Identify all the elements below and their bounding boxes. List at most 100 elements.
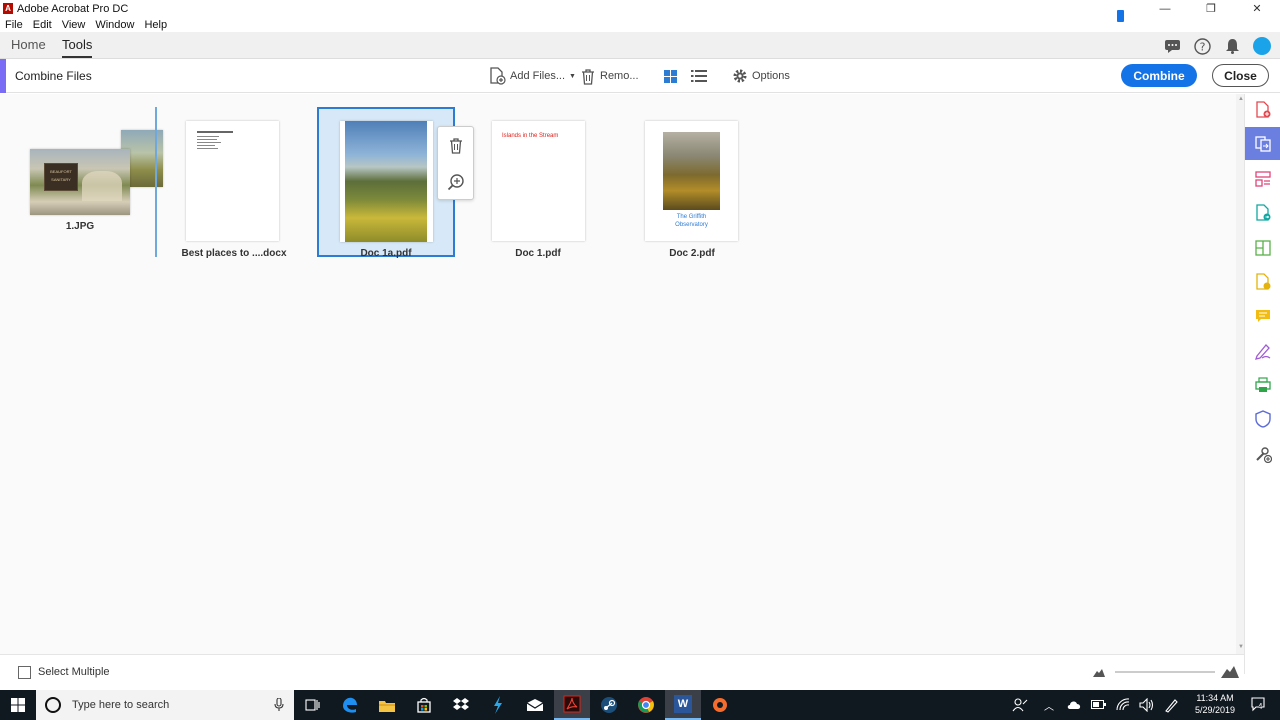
nav-icons: ? — [1162, 36, 1272, 56]
search-placeholder: Type here to search — [72, 699, 170, 711]
menu-bar: File Edit View Window Help — [0, 17, 1280, 32]
more-tools-icon[interactable] — [1253, 444, 1273, 464]
acrobat-app-icon — [563, 695, 581, 713]
comment-icon[interactable] — [1162, 36, 1182, 56]
file-hover-tools — [437, 126, 474, 200]
comment-tool-icon[interactable] — [1253, 306, 1273, 326]
sign-text-1: BEAUFORT — [50, 169, 72, 174]
vertical-scrollbar[interactable] — [1236, 94, 1244, 654]
taskbar-store[interactable] — [406, 690, 442, 720]
zoom-in-mountain-icon[interactable] — [1221, 664, 1239, 678]
zoom-slider-track[interactable] — [1115, 671, 1215, 673]
close-window-button[interactable]: ✕ — [1234, 0, 1280, 17]
close-tool-button[interactable]: Close — [1212, 64, 1269, 87]
taskbar-steam[interactable] — [591, 690, 627, 720]
pen-ink-workspace-icon[interactable] — [1164, 697, 1180, 716]
create-pdf-icon[interactable] — [1253, 100, 1273, 120]
fill-sign-icon[interactable] — [1253, 272, 1273, 292]
list-view-button[interactable] — [691, 66, 708, 86]
maximize-button[interactable]: ❐ — [1188, 0, 1234, 17]
remove-label: Remo... — [600, 70, 639, 82]
wifi-icon[interactable] — [1115, 697, 1131, 714]
menu-window[interactable]: Window — [90, 19, 139, 31]
volume-speaker-icon[interactable] — [1139, 697, 1155, 715]
minimize-button[interactable]: — — [1142, 0, 1188, 17]
gear-icon — [733, 69, 747, 83]
svg-text:?: ? — [1199, 40, 1205, 53]
battery-icon[interactable] — [1091, 700, 1106, 712]
taskbar-word[interactable]: W — [665, 690, 701, 720]
export-pdf-icon[interactable] — [1253, 203, 1273, 223]
edge-browser-icon — [343, 697, 357, 713]
combine-files-icon[interactable] — [1253, 134, 1273, 154]
signature-pen-icon[interactable] — [1253, 341, 1273, 361]
title-bar: A Adobe Acrobat Pro DC — ❐ ✕ — [0, 0, 1280, 17]
combine-toolbar: Combine Files Add Files... ▼ Remo... Opt… — [0, 59, 1280, 93]
notification-count: 4 — [1258, 702, 1263, 711]
zoom-file-button[interactable] — [446, 172, 466, 192]
task-view-icon — [305, 699, 320, 711]
windows-start-button[interactable] — [0, 690, 36, 720]
print-production-icon[interactable] — [1253, 375, 1273, 395]
doc1-page-thumbnail: Islands in the Stream — [492, 121, 585, 241]
taskbar-mail[interactable] — [517, 690, 553, 720]
menu-edit[interactable]: Edit — [28, 19, 57, 31]
trash-icon — [582, 68, 594, 85]
options-button[interactable]: Options — [732, 66, 790, 86]
microphone-icon[interactable] — [274, 698, 284, 712]
taskbar-file-explorer[interactable] — [369, 690, 405, 720]
taskbar-clock[interactable]: 11:34 AM 5/29/2019 — [1190, 692, 1240, 716]
list-view-icon — [691, 70, 707, 82]
doc2-photo — [663, 132, 720, 210]
taskbar-dropbox[interactable] — [443, 690, 479, 720]
help-icon[interactable]: ? — [1192, 36, 1212, 56]
zoom-slider-thumb[interactable] — [1117, 10, 1124, 22]
folder-icon — [379, 700, 395, 712]
organize-pages-icon[interactable] — [1253, 169, 1273, 189]
chevron-down-icon: ▼ — [569, 72, 576, 80]
remove-button[interactable]: Remo... — [580, 66, 639, 86]
mail-envelope-icon — [526, 699, 544, 711]
edit-pdf-icon[interactable] — [1253, 238, 1273, 258]
file-label-doc1: Doc 1.pdf — [515, 248, 561, 259]
menu-view[interactable]: View — [57, 19, 91, 31]
combine-button[interactable]: Combine — [1121, 64, 1197, 87]
thumbnail-view-button[interactable] — [663, 66, 678, 86]
taskbar-edge[interactable] — [332, 690, 368, 720]
window-controls: — ❐ ✕ — [1142, 0, 1280, 17]
people-icon[interactable] — [1012, 698, 1028, 715]
file-label-doc1a: Doc 1a.pdf — [360, 248, 412, 259]
doc2-page-thumbnail: The Griffith Observatory — [645, 121, 738, 241]
menu-help[interactable]: Help — [139, 19, 172, 31]
steam-icon — [601, 697, 617, 713]
acrobat-logo-icon: A — [3, 3, 13, 14]
user-avatar[interactable] — [1252, 36, 1272, 56]
taskbar-chrome[interactable] — [628, 690, 664, 720]
protect-shield-icon[interactable] — [1253, 409, 1273, 429]
taskbar-origin[interactable] — [702, 690, 738, 720]
jpg-image-front: BEAUFORT SANITARY — [30, 149, 130, 215]
taskbar-lightning-app[interactable] — [480, 690, 516, 720]
zoom-out-mountain-icon[interactable] — [1093, 667, 1105, 677]
taskbar-search-box[interactable]: Type here to search — [36, 690, 294, 720]
doc1-page-text: Islands in the Stream — [502, 133, 559, 139]
delete-file-button[interactable] — [446, 135, 466, 155]
notifications-bell-icon[interactable] — [1222, 36, 1242, 56]
select-multiple-label[interactable]: Select Multiple — [38, 666, 110, 678]
task-view-button[interactable] — [294, 690, 330, 720]
tab-tools[interactable]: Tools — [62, 37, 93, 58]
menu-file[interactable]: File — [0, 19, 28, 31]
add-file-icon — [490, 67, 506, 85]
onedrive-cloud-icon[interactable] — [1066, 699, 1082, 713]
taskbar-acrobat[interactable] — [554, 690, 590, 720]
lightning-bolt-icon — [494, 696, 502, 714]
add-files-button[interactable]: Add Files... ▼ — [488, 66, 576, 86]
clock-time: 11:34 AM — [1196, 693, 1234, 703]
tray-overflow-chevron-icon[interactable]: ︿ — [1044, 698, 1054, 713]
zoom-in-icon — [447, 174, 464, 191]
grid-view-icon — [664, 69, 677, 83]
action-center-button[interactable]: 4 — [1250, 696, 1266, 715]
select-multiple-checkbox[interactable] — [18, 666, 31, 679]
tool-title: Combine Files — [15, 69, 92, 83]
tab-home[interactable]: Home — [11, 37, 46, 52]
